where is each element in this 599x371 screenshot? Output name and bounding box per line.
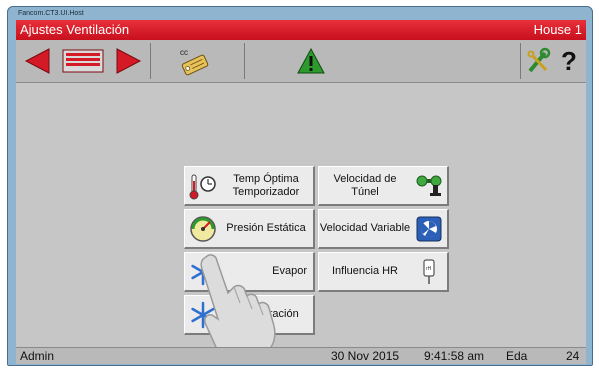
- toolbar-divider: [150, 43, 151, 79]
- window-title: Fancom.CT3.UI.Host: [18, 10, 84, 17]
- influencia-hr-label: Influencia HR: [331, 265, 399, 277]
- list-icon: [62, 49, 104, 73]
- settings-button[interactable]: [524, 44, 552, 78]
- status-time: 9:41:58 am: [424, 349, 485, 363]
- velocidad-variable-label: Velocidad Variable: [319, 222, 411, 234]
- status-mode: Eda: [506, 349, 528, 363]
- pointing-hand-icon: [200, 254, 276, 361]
- humidity-sensor-icon: rH: [411, 258, 447, 286]
- list-button[interactable]: [60, 44, 106, 78]
- presion-estatica-label: Presión Estática: [226, 222, 306, 234]
- back-button[interactable]: [20, 44, 56, 78]
- variable-fan-icon: [411, 215, 447, 243]
- triangle-right-icon: [116, 48, 142, 74]
- copy-tag-icon: cc: [180, 48, 209, 76]
- svg-text:cc: cc: [180, 48, 188, 57]
- alarm-button[interactable]: [294, 44, 328, 78]
- page-title: Ajustes Ventilación: [20, 22, 130, 37]
- temp-optima-button[interactable]: Temp Óptima Temporizador: [184, 166, 315, 206]
- toolbar: cc ?: [16, 40, 586, 83]
- house-label: House 1: [533, 22, 582, 37]
- app-window: Fancom.CT3.UI.Host Ajustes Ventilación H…: [7, 6, 593, 366]
- presion-estatica-button[interactable]: Presión Estática: [184, 209, 315, 249]
- forward-button[interactable]: [110, 44, 146, 78]
- toolbar-divider: [244, 43, 245, 79]
- triangle-left-icon: [24, 48, 50, 74]
- velocidad-tunel-label: Velocidad de Túnel: [333, 172, 397, 198]
- thermometer-clock-icon: [185, 171, 221, 201]
- velocidad-variable-button[interactable]: Velocidad Variable: [318, 209, 449, 249]
- toolbar-divider: [520, 43, 521, 79]
- screen-header: Ajustes Ventilación House 1: [16, 20, 586, 40]
- status-user: Admin: [20, 349, 55, 363]
- gauge-icon: [185, 214, 221, 244]
- tunnel-fan-icon: [411, 172, 447, 200]
- warning-icon: [297, 47, 325, 74]
- influencia-hr-button[interactable]: Influencia HR rH: [318, 252, 449, 292]
- temp-optima-label: Temp Óptima Temporizador: [232, 172, 300, 198]
- help-button[interactable]: ?: [554, 44, 584, 78]
- wrench-icon: [527, 47, 551, 73]
- svg-text:rH: rH: [426, 266, 432, 272]
- status-date: 30 Nov 2015: [331, 349, 400, 363]
- velocidad-tunel-button[interactable]: Velocidad de Túnel: [318, 166, 449, 206]
- status-day: 24: [566, 349, 580, 363]
- main-content: Temp Óptima Temporizador Velocidad de Tú…: [16, 83, 586, 361]
- copy-button[interactable]: cc: [176, 44, 212, 78]
- status-bar: Admin 30 Nov 2015 9:41:58 am Eda 24: [16, 347, 586, 364]
